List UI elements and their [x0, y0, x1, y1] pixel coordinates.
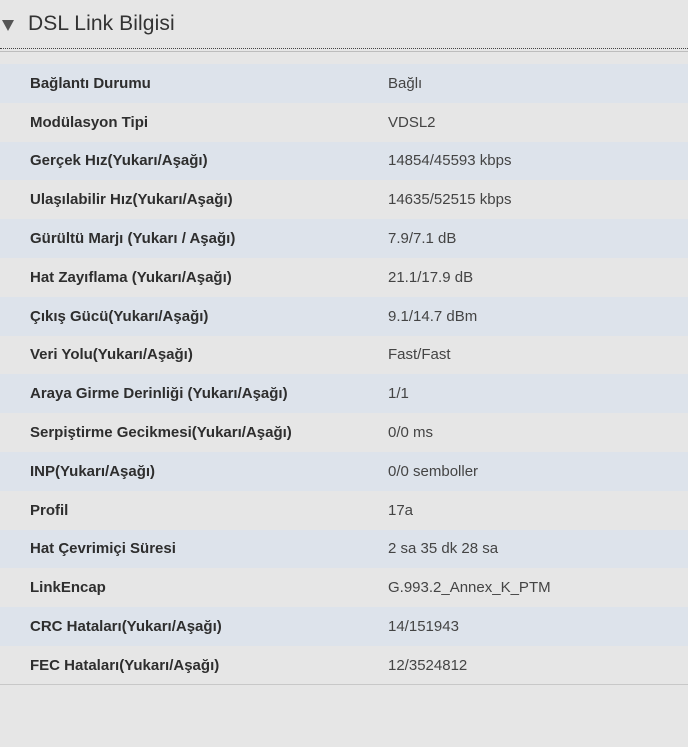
row-label: LinkEncap — [30, 579, 106, 597]
row-label: Gerçek Hız(Yukarı/Aşağı) — [30, 152, 208, 170]
table-row-fec-errors: FEC Hataları(Yukarı/Aşağı) 12/3524812 — [0, 645, 688, 685]
row-label: Serpiştirme Gecikmesi(Yukarı/Aşağı) — [30, 424, 292, 442]
table-row-noise-margin: Gürültü Marjı (Yukarı / Aşağı) 7.9/7.1 d… — [0, 219, 688, 258]
row-label: FEC Hataları(Yukarı/Aşağı) — [30, 656, 220, 674]
table-row-line-attenuation: Hat Zayıflama (Yukarı/Aşağı) 21.1/17.9 d… — [0, 257, 688, 297]
table-row-connection-status: Bağlantı Durumu Bağlı — [0, 64, 688, 103]
collapse-triangle-icon[interactable] — [2, 19, 14, 31]
row-value: 21.1/17.9 dB — [388, 268, 474, 286]
row-label: CRC Hataları(Yukarı/Aşağı) — [30, 618, 222, 636]
table-row-interleave-delay: Serpiştirme Gecikmesi(Yukarı/Aşağı) 0/0 … — [0, 413, 688, 452]
row-value: 12/3524812 — [388, 656, 468, 674]
table-row-output-power: Çıkış Gücü(Yukarı/Aşağı) 9.1/14.7 dBm — [0, 296, 688, 336]
table-row-modulation-type: Modülasyon Tipi VDSL2 — [0, 102, 688, 142]
table-row-link-encap: LinkEncap G.993.2_Annex_K_PTM — [0, 568, 688, 608]
dsl-info-table: Bağlantı Durumu Bağlı Modülasyon Tipi VD… — [0, 64, 688, 685]
row-value: 14854/45593 kbps — [388, 152, 512, 170]
header-solid-divider — [0, 51, 688, 52]
row-label: Profil — [30, 501, 69, 519]
section-title: DSL Link Bilgisi — [28, 12, 175, 35]
row-value: Bağlı — [388, 74, 423, 92]
table-row-inp: INP(Yukarı/Aşağı) 0/0 semboller — [0, 451, 688, 491]
table-row-crc-errors: CRC Hataları(Yukarı/Aşağı) 14/151943 — [0, 607, 688, 646]
table-row-data-path: Veri Yolu(Yukarı/Aşağı) Fast/Fast — [0, 335, 688, 375]
row-value: 7.9/7.1 dB — [388, 230, 457, 248]
row-label: Çıkış Gücü(Yukarı/Aşağı) — [30, 307, 209, 325]
row-label: Bağlantı Durumu — [30, 74, 151, 92]
row-value: 2 sa 35 dk 28 sa — [388, 540, 499, 558]
table-row-actual-rate: Gerçek Hız(Yukarı/Aşağı) 14854/45593 kbp… — [0, 141, 688, 181]
row-value: 0/0 ms — [388, 424, 434, 442]
header-dotted-divider — [0, 48, 688, 49]
row-label: Hat Zayıflama (Yukarı/Aşağı) — [30, 268, 232, 286]
row-label: Araya Girme Derinliği (Yukarı/Aşağı) — [30, 385, 288, 403]
row-value: 1/1 — [388, 385, 409, 403]
row-label: Hat Çevrimiçi Süresi — [30, 540, 176, 558]
dsl-link-section-header[interactable]: DSL Link Bilgisi — [0, 0, 688, 48]
table-row-attainable-rate: Ulaşılabilir Hız(Yukarı/Aşağı) 14635/525… — [0, 180, 688, 220]
row-value: 14/151943 — [388, 618, 459, 636]
row-label: INP(Yukarı/Aşağı) — [30, 462, 156, 480]
row-label: Gürültü Marjı (Yukarı / Aşağı) — [30, 230, 236, 248]
table-bottom-divider — [0, 684, 688, 685]
row-label: Ulaşılabilir Hız(Yukarı/Aşağı) — [30, 191, 233, 209]
table-row-profile: Profil 17a — [0, 490, 688, 530]
row-value: 17a — [388, 501, 414, 519]
table-row-line-uptime: Hat Çevrimiçi Süresi 2 sa 35 dk 28 sa — [0, 529, 688, 569]
row-value: 9.1/14.7 dBm — [388, 307, 478, 325]
row-value: 0/0 semboller — [388, 462, 479, 480]
row-value: 14635/52515 kbps — [388, 191, 512, 209]
table-row-interleave-depth: Araya Girme Derinliği (Yukarı/Aşağı) 1/1 — [0, 374, 688, 414]
row-label: Veri Yolu(Yukarı/Aşağı) — [30, 346, 193, 364]
row-value: G.993.2_Annex_K_PTM — [388, 579, 551, 597]
row-value: VDSL2 — [388, 113, 436, 131]
row-value: Fast/Fast — [388, 346, 451, 364]
row-label: Modülasyon Tipi — [30, 113, 149, 131]
